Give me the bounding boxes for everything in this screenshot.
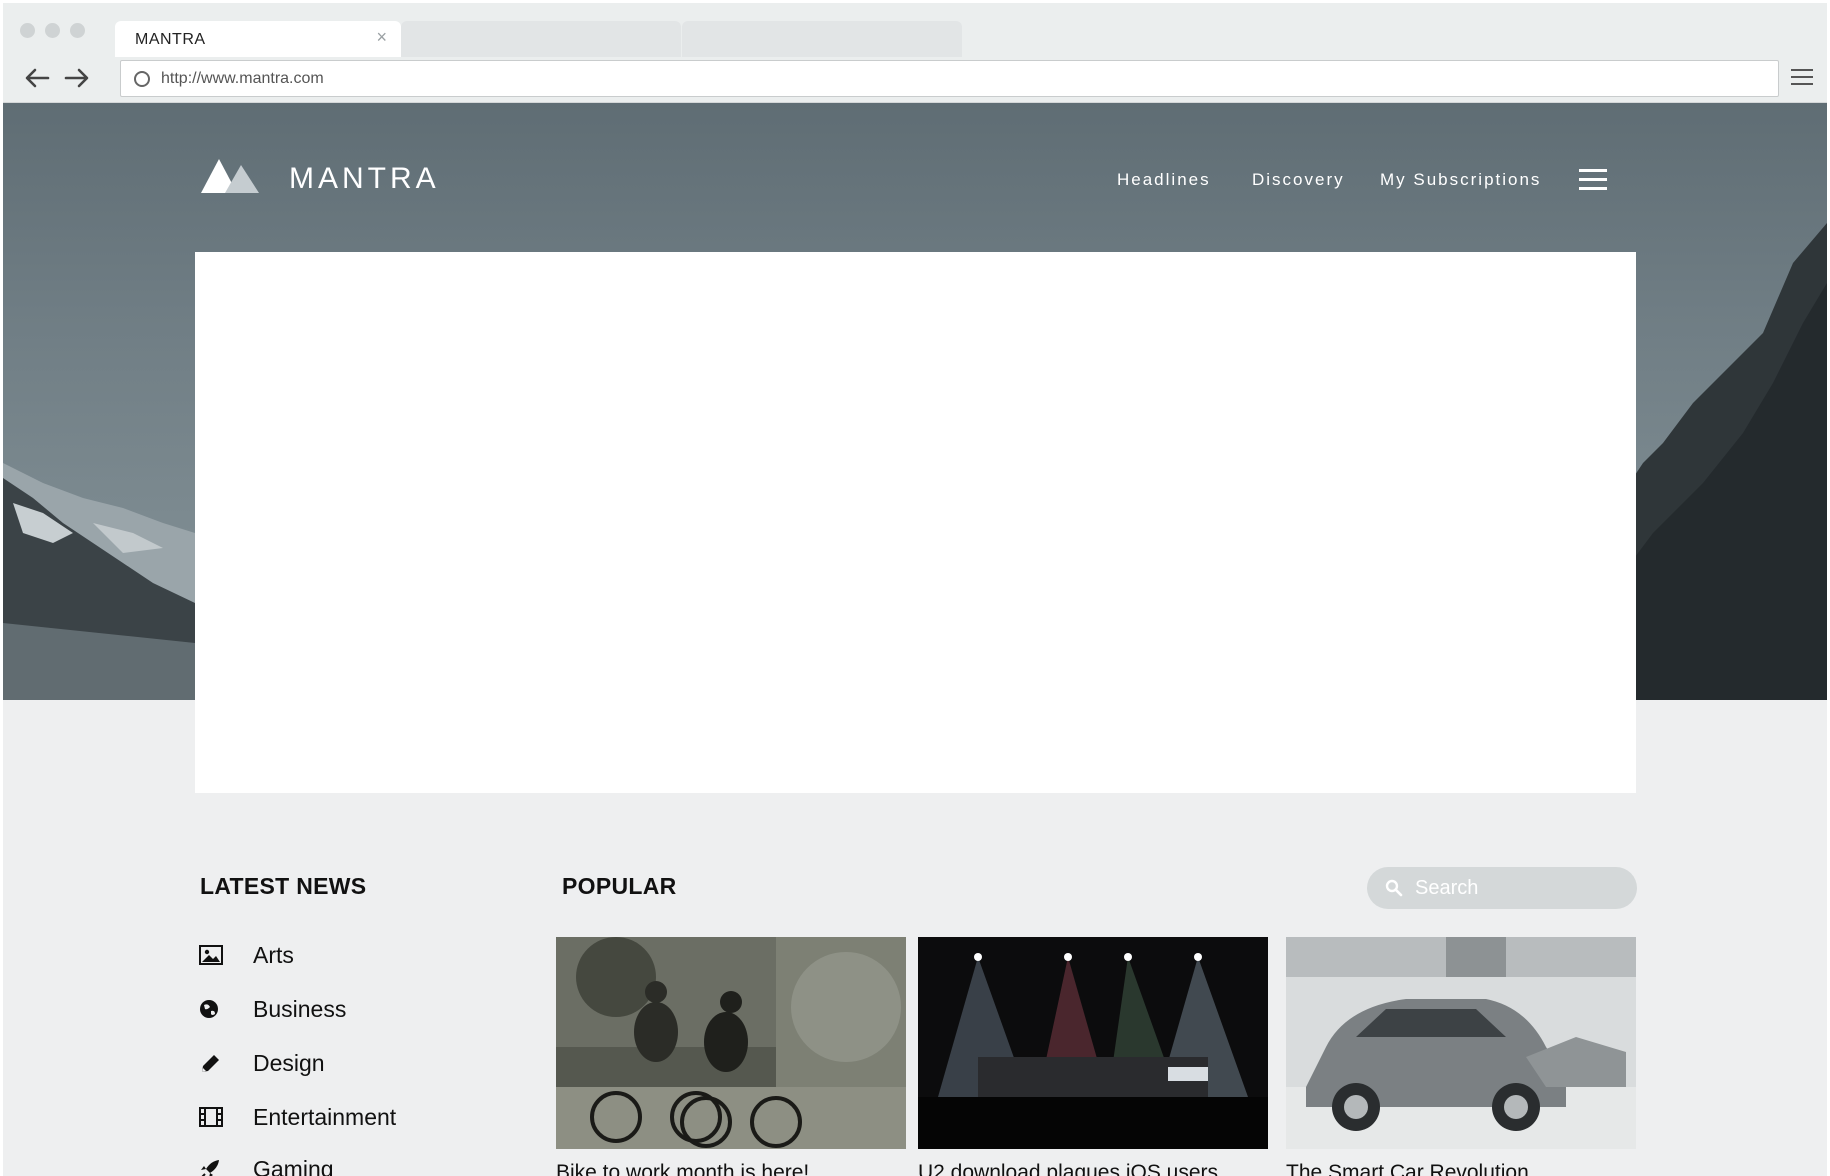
article-image[interactable] — [1286, 937, 1636, 1149]
window-minimize-dot[interactable] — [45, 23, 60, 38]
category-label: Arts — [253, 942, 294, 968]
window-zoom-dot[interactable] — [70, 23, 85, 38]
tab-title: MANTRA — [135, 31, 206, 48]
pencil-icon — [202, 1055, 219, 1072]
window-close-dot[interactable] — [20, 23, 35, 38]
brand-name[interactable]: MANTRA — [289, 162, 440, 196]
article-card[interactable]: U2 download plagues iOS users — [918, 937, 1268, 1176]
search-placeholder: Search — [1415, 877, 1479, 899]
category-label: Entertainment — [253, 1104, 397, 1130]
search-input[interactable]: Search — [1367, 867, 1637, 909]
browser-tab-empty[interactable] — [401, 21, 681, 57]
film-icon — [199, 1107, 223, 1127]
article-image[interactable] — [556, 937, 906, 1149]
article-card[interactable]: The Smart Car Revolution — [1286, 937, 1636, 1176]
article-card[interactable]: Bike to work month is here! — [556, 937, 906, 1176]
search-icon — [1385, 879, 1403, 897]
url-text[interactable]: http://www.mantra.com — [161, 70, 324, 88]
globe-icon — [200, 1000, 218, 1018]
browser-window: MANTRA × http://www.mantra.com MANTRA He… — [3, 3, 1827, 1176]
browser-chrome: MANTRA × http://www.mantra.com — [3, 3, 1827, 103]
image-icon — [199, 945, 223, 965]
page-info-icon — [134, 71, 150, 87]
mantra-logo-icon[interactable] — [201, 159, 261, 193]
category-label: Design — [253, 1050, 325, 1076]
address-bar[interactable]: http://www.mantra.com — [120, 60, 1779, 97]
browser-tab-empty[interactable] — [682, 21, 962, 57]
nav-link-discovery[interactable]: Discovery — [1252, 170, 1345, 190]
browser-menu-icon[interactable] — [1791, 69, 1813, 87]
article-title[interactable]: Bike to work month is here! — [556, 1161, 906, 1176]
latest-news-heading: LATEST NEWS — [200, 873, 367, 899]
back-arrow-icon[interactable] — [24, 67, 54, 97]
nav-link-headlines[interactable]: Headlines — [1117, 170, 1211, 190]
forward-arrow-icon[interactable] — [64, 67, 94, 97]
featured-content-card[interactable] — [195, 252, 1636, 793]
popular-heading: POPULAR — [562, 873, 677, 899]
rocket-icon — [201, 1160, 219, 1176]
nav-link-my-subscriptions[interactable]: My Subscriptions — [1380, 170, 1541, 190]
category-label: Business — [253, 996, 347, 1022]
category-label: Gaming — [253, 1156, 334, 1176]
menu-icon[interactable] — [1579, 169, 1607, 191]
browser-tab-active[interactable]: MANTRA × — [115, 21, 401, 57]
article-title[interactable]: The Smart Car Revolution — [1286, 1161, 1636, 1176]
article-title[interactable]: U2 download plagues iOS users — [918, 1161, 1268, 1176]
article-image[interactable] — [918, 937, 1268, 1149]
tab-close-icon[interactable]: × — [376, 27, 387, 48]
